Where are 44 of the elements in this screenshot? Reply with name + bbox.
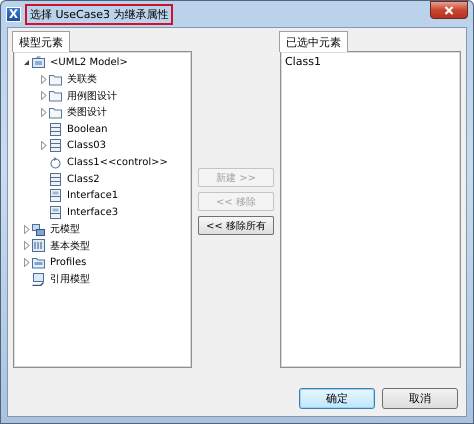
tree-item[interactable]: 元模型 (50, 222, 80, 236)
tab[interactable]: 模型元素 (12, 31, 70, 52)
tree-item[interactable]: Class03 (67, 140, 106, 152)
app-icon: X (6, 6, 21, 22)
tree-item[interactable]: 类图设计 (67, 105, 107, 120)
folder-icon (49, 89, 62, 102)
class-icon (49, 122, 62, 136)
window-title: 选择 UseCase3 为继承属性 (25, 4, 174, 24)
tree-item[interactable]: Interface1 (67, 190, 118, 202)
collapsed-caret-icon[interactable] (40, 74, 46, 84)
control-icon (49, 156, 62, 169)
folder-icon (49, 72, 62, 86)
folder-icon (32, 256, 45, 270)
collapsed-caret-icon[interactable] (40, 91, 46, 100)
tree-item[interactable]: 引用模型 (50, 272, 90, 286)
collapsed-caret-icon[interactable] (24, 258, 30, 268)
interface-icon (49, 189, 62, 202)
tree-item[interactable]: Class2 (67, 174, 100, 185)
interface-icon (49, 206, 62, 220)
close-icon (444, 6, 454, 14)
class-icon (49, 139, 62, 152)
close-button[interactable] (430, 1, 468, 19)
folder-icon (49, 106, 62, 119)
tree-item[interactable]: Boolean (67, 124, 108, 135)
tree-item[interactable]: 用例图设计 (67, 88, 117, 103)
folder-icon (32, 56, 45, 69)
collapsed-caret-icon[interactable] (40, 141, 46, 150)
tree-item[interactable]: 关联类 (67, 72, 97, 86)
tree-item[interactable]: Class1<<control>> (67, 156, 168, 168)
expanded-caret-icon[interactable] (23, 58, 30, 66)
tree-item[interactable]: <UML2 Model> (50, 56, 128, 68)
transfer-button[interactable]: << 移除所有 (198, 216, 274, 235)
collapsed-caret-icon[interactable] (24, 224, 30, 234)
link-icon (32, 272, 45, 286)
tree-item[interactable]: 基本类型 (50, 238, 90, 253)
collapsed-caret-icon[interactable] (40, 108, 46, 117)
list-item[interactable]: Class1 (281, 52, 460, 71)
dialog-button[interactable]: 取消 (382, 388, 458, 409)
tree-item[interactable]: Interface3 (67, 207, 118, 218)
dialog-button[interactable]: 确定 (299, 388, 375, 409)
tree-item[interactable]: Profiles (50, 257, 86, 268)
collapsed-caret-icon[interactable] (24, 241, 30, 250)
class-icon (49, 172, 62, 186)
tab[interactable]: 已选中元素 (279, 31, 348, 52)
